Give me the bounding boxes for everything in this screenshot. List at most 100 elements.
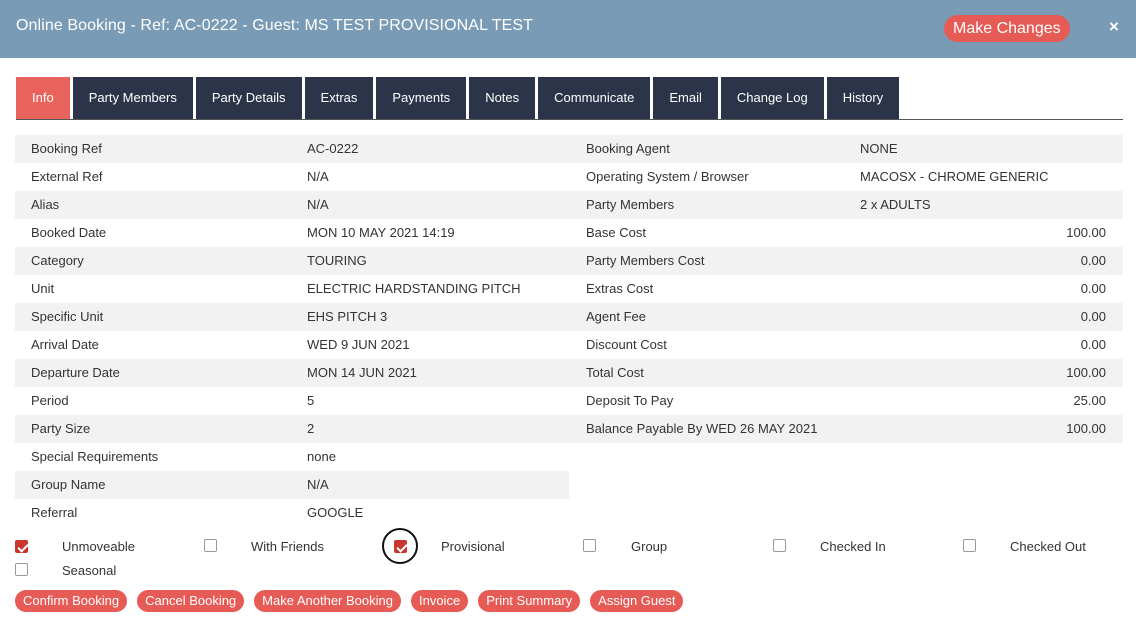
- cost-label: Deposit To Pay: [586, 393, 674, 408]
- detail-row: Booking Ref AC-0222: [15, 135, 569, 163]
- cost-label: Discount Cost: [586, 337, 667, 352]
- cost-value: 0.00: [1080, 281, 1106, 296]
- cost-label: Base Cost: [586, 225, 646, 240]
- detail-row: Specific Unit EHS PITCH 3: [15, 303, 569, 331]
- highlight-circle: [382, 528, 418, 564]
- checked-in-label: Checked In: [820, 539, 886, 554]
- cost-row: Extras Cost 0.00: [569, 275, 1123, 303]
- detail-value: MON 14 JUN 2021: [307, 365, 417, 380]
- detail-row: Category TOURING: [15, 247, 569, 275]
- detail-label: Party Members: [586, 197, 675, 212]
- detail-value: ELECTRIC HARDSTANDING PITCH: [307, 281, 521, 296]
- detail-label: Departure Date: [31, 365, 120, 380]
- detail-value: N/A: [307, 477, 329, 492]
- cost-value: 0.00: [1080, 337, 1106, 352]
- detail-label: Booking Agent: [586, 141, 670, 156]
- cost-label: Extras Cost: [586, 281, 654, 296]
- cost-row: Base Cost 100.00: [569, 219, 1123, 247]
- close-icon[interactable]: ×: [1106, 18, 1122, 36]
- checked-in-checkbox[interactable]: [773, 539, 786, 552]
- detail-label: Category: [31, 253, 84, 268]
- provisional-label: Provisional: [441, 539, 505, 554]
- tab-party-details[interactable]: Party Details: [195, 77, 302, 119]
- seasonal-checkbox[interactable]: [15, 563, 28, 576]
- detail-label: Unit: [31, 281, 55, 296]
- detail-value: MACOSX - CHROME GENERIC: [860, 169, 1049, 184]
- detail-row: Period 5: [15, 387, 569, 415]
- detail-value: 2: [307, 421, 315, 436]
- invoice-button[interactable]: Invoice: [410, 590, 469, 612]
- unmoveable-label: Unmoveable: [62, 539, 135, 554]
- detail-label: Group Name: [31, 477, 106, 492]
- detail-label: Arrival Date: [31, 337, 99, 352]
- detail-row: Party Size 2: [15, 415, 569, 443]
- detail-label: Booking Ref: [31, 141, 102, 156]
- with-friends-checkbox[interactable]: [204, 539, 217, 552]
- detail-label: Operating System / Browser: [586, 169, 749, 184]
- detail-value: WED 9 JUN 2021: [307, 337, 410, 352]
- booking-flags-row-2: Seasonal: [15, 563, 1125, 579]
- cancel-booking-button[interactable]: Cancel Booking: [137, 590, 245, 612]
- tab-extras[interactable]: Extras: [304, 77, 374, 119]
- cost-value: 100.00: [1066, 421, 1106, 436]
- detail-row: Group Name N/A: [15, 471, 569, 499]
- detail-row: Operating System / Browser MACOSX - CHROM…: [569, 163, 1123, 191]
- detail-value: TOURING: [307, 253, 367, 268]
- detail-label: Booked Date: [31, 225, 107, 240]
- tab-history[interactable]: History: [826, 77, 900, 119]
- tab-email[interactable]: Email: [653, 77, 718, 119]
- tab-payments[interactable]: Payments: [376, 77, 467, 119]
- booking-details-table: Booking Ref AC-0222 External Ref N/A Alias…: [15, 135, 569, 527]
- detail-label: Special Requirements: [31, 449, 159, 464]
- cost-row: Party Members Cost 0.00: [569, 247, 1123, 275]
- group-checkbox[interactable]: [583, 539, 596, 552]
- detail-label: Period: [31, 393, 69, 408]
- cost-value: 0.00: [1080, 253, 1106, 268]
- cost-value: 100.00: [1066, 365, 1106, 380]
- seasonal-label: Seasonal: [62, 563, 117, 578]
- group-label: Group: [631, 539, 668, 554]
- detail-value: MON 10 MAY 2021 14:19: [307, 225, 455, 240]
- with-friends-label: With Friends: [251, 539, 324, 554]
- tab-notes[interactable]: Notes: [469, 77, 536, 119]
- detail-value: N/A: [307, 197, 329, 212]
- detail-value: GOOGLE: [307, 505, 364, 520]
- detail-value: none: [307, 449, 336, 464]
- detail-label: Specific Unit: [31, 309, 104, 324]
- tab-party-members[interactable]: Party Members: [72, 77, 193, 119]
- detail-row: Departure Date MON 14 JUN 2021: [15, 359, 569, 387]
- cost-label: Agent Fee: [586, 309, 646, 324]
- detail-label: External Ref: [31, 169, 103, 184]
- unmoveable-checkbox[interactable]: [15, 540, 28, 553]
- detail-row: Referral GOOGLE: [15, 499, 569, 527]
- detail-row: Arrival Date WED 9 JUN 2021: [15, 331, 569, 359]
- cost-row: Agent Fee 0.00: [569, 303, 1123, 331]
- detail-value: 5: [307, 393, 315, 408]
- modal-title: Online Booking - Ref: AC-0222 - Guest: M…: [16, 17, 534, 34]
- tab-communicate[interactable]: Communicate: [538, 77, 651, 119]
- cost-row: Total Cost 100.00: [569, 359, 1123, 387]
- confirm-booking-button[interactable]: Confirm Booking: [15, 590, 128, 612]
- detail-row: External Ref N/A: [15, 163, 569, 191]
- cost-row: Balance Payable By WED 26 MAY 2021 100.00: [569, 415, 1123, 443]
- make-another-booking-button[interactable]: Make Another Booking: [254, 590, 401, 612]
- tab-divider: [16, 119, 1123, 120]
- cost-row: Discount Cost 0.00: [569, 331, 1123, 359]
- booking-flags: Unmoveable With Friends Provisional Grou…: [15, 539, 1125, 555]
- detail-row: Booking Agent NONE: [569, 135, 1123, 163]
- detail-value: N/A: [307, 169, 329, 184]
- print-summary-button[interactable]: Print Summary: [478, 590, 581, 612]
- detail-value: AC-0222: [307, 141, 359, 156]
- action-buttons: Confirm Booking Cancel Booking Make Anot…: [15, 590, 693, 612]
- detail-value: EHS PITCH 3: [307, 309, 388, 324]
- detail-value: 2 x ADULTS: [860, 197, 931, 212]
- tab-change-log[interactable]: Change Log: [720, 77, 824, 119]
- make-changes-button[interactable]: Make Changes: [944, 15, 1070, 42]
- checked-out-checkbox[interactable]: [963, 539, 976, 552]
- booking-costs-table: Booking Agent NONE Operating System / Bro…: [569, 135, 1123, 443]
- cost-label: Party Members Cost: [586, 253, 705, 268]
- detail-row: Booked Date MON 10 MAY 2021 14:19: [15, 219, 569, 247]
- detail-label: Alias: [31, 197, 60, 212]
- assign-guest-button[interactable]: Assign Guest: [590, 590, 684, 612]
- tab-info[interactable]: Info: [16, 77, 70, 119]
